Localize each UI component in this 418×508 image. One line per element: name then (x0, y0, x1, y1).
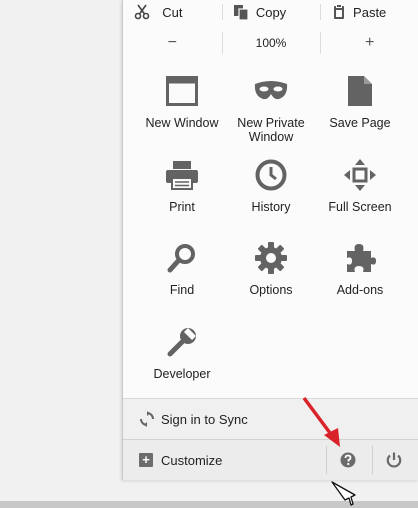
cut-button[interactable]: Cut (123, 0, 222, 24)
paste-button[interactable]: Paste (320, 0, 418, 24)
cut-icon (133, 3, 151, 21)
quit-button[interactable] (385, 451, 403, 469)
menu-footer: + Customize (123, 439, 418, 480)
zoom-controls: − 100% + (123, 28, 418, 58)
print-button[interactable]: Print (133, 158, 231, 214)
zoom-in-label: + (365, 34, 375, 51)
mask-icon (254, 74, 288, 108)
fullscreen-icon (343, 158, 377, 192)
history-button[interactable]: History (222, 158, 320, 214)
puzzle-icon (343, 241, 377, 275)
page-icon (343, 74, 377, 108)
developer-label: Developer (153, 367, 211, 381)
power-icon (385, 452, 403, 473)
customize-button[interactable]: + Customize (139, 440, 222, 480)
plus-icon: + (139, 453, 153, 467)
clock-icon (254, 158, 288, 192)
full-screen-button[interactable]: Full Screen (311, 158, 409, 214)
zoom-out-label: − (167, 34, 177, 51)
zoom-level: 100% (255, 36, 287, 50)
gear-icon (254, 241, 288, 275)
footer-divider (326, 446, 327, 474)
new-private-window-button[interactable]: New Private Window (222, 74, 320, 144)
options-button[interactable]: Options (222, 241, 320, 297)
sync-label: Sign in to Sync (161, 411, 248, 427)
customize-label: Customize (161, 452, 223, 468)
footer-divider (372, 446, 373, 474)
copy-icon (232, 3, 250, 21)
full-screen-label: Full Screen (328, 200, 392, 214)
addons-button[interactable]: Add-ons (311, 241, 409, 297)
options-label: Options (249, 283, 293, 297)
window-icon (165, 74, 199, 108)
new-window-button[interactable]: New Window (133, 74, 231, 130)
new-private-window-label: New Private Window (237, 116, 305, 144)
cut-label: Cut (162, 4, 183, 20)
print-label: Print (169, 200, 195, 214)
edit-controls: Cut Copy Paste (123, 0, 418, 24)
sync-button[interactable]: Sign in to Sync (123, 398, 418, 439)
new-window-label: New Window (145, 116, 219, 130)
zoom-reset-button[interactable]: 100% (221, 28, 321, 58)
zoom-in-button[interactable]: + (320, 28, 418, 58)
find-label: Find (169, 283, 195, 297)
find-button[interactable]: Find (133, 241, 231, 297)
paste-icon (330, 3, 348, 21)
save-page-label: Save Page (329, 116, 391, 130)
save-page-button[interactable]: Save Page (311, 74, 409, 130)
addons-label: Add-ons (336, 283, 384, 297)
printer-icon (165, 158, 199, 192)
developer-button[interactable]: Developer (133, 325, 231, 381)
zoom-out-button[interactable]: − (123, 28, 222, 58)
wrench-icon (165, 325, 199, 359)
copy-button[interactable]: Copy (221, 0, 321, 24)
help-icon (339, 452, 357, 473)
paste-label: Paste (353, 4, 387, 20)
sync-icon (139, 411, 155, 427)
magnifier-icon (165, 241, 199, 275)
help-button[interactable] (339, 451, 357, 469)
bottom-strip (0, 501, 418, 508)
copy-label: Copy (255, 4, 287, 20)
firefox-menu-panel: Cut Copy Paste − 100% + New Window New P… (122, 0, 418, 480)
history-label: History (251, 200, 291, 214)
